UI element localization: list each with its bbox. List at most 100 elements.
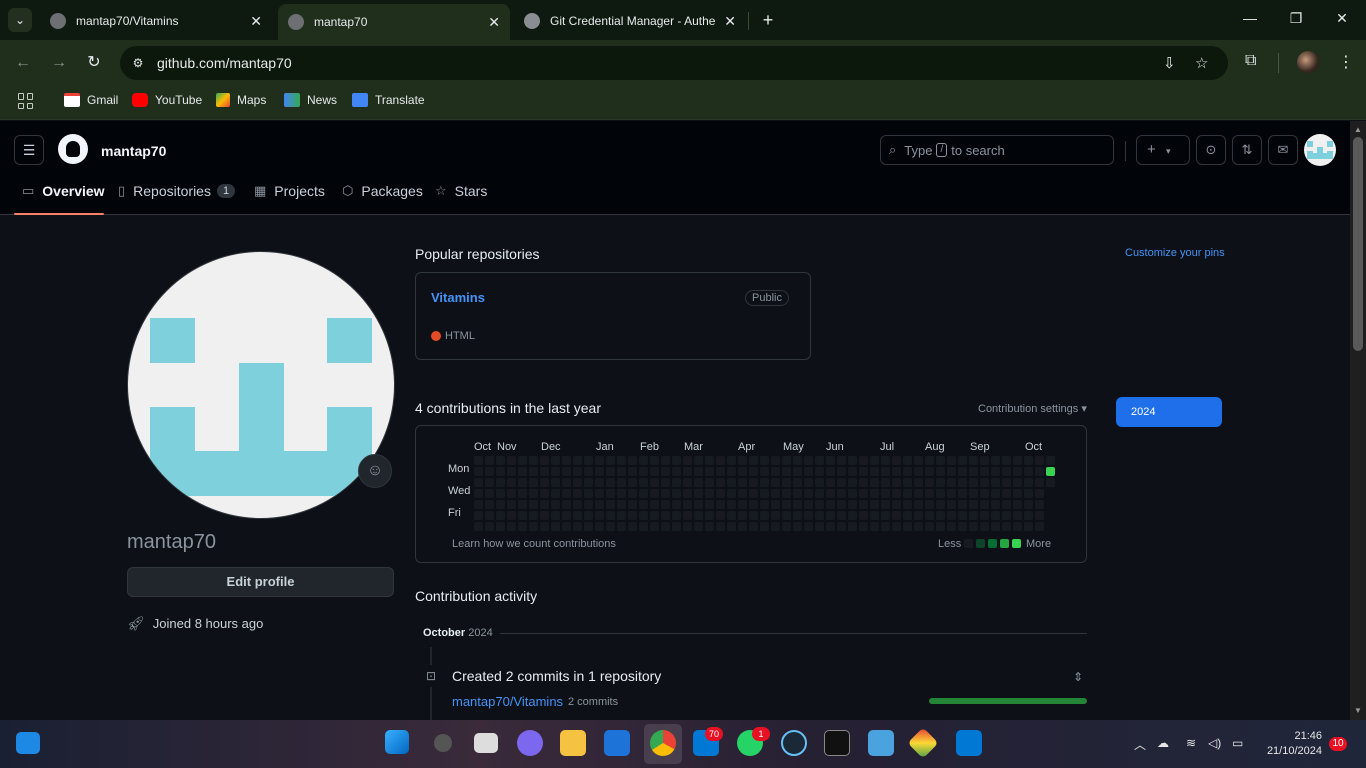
contribution-day-cell[interactable]	[474, 456, 483, 465]
contribution-day-cell[interactable]	[562, 467, 571, 476]
contribution-day-cell[interactable]	[617, 467, 626, 476]
contribution-day-cell[interactable]	[507, 478, 516, 487]
contribution-day-cell[interactable]	[859, 456, 868, 465]
contribution-day-cell[interactable]	[749, 522, 758, 531]
contribution-day-cell[interactable]	[991, 467, 1000, 476]
contribution-day-cell[interactable]	[1002, 478, 1011, 487]
file-explorer-icon[interactable]	[560, 730, 586, 756]
contribution-day-cell[interactable]	[694, 489, 703, 498]
contribution-day-cell[interactable]	[628, 500, 637, 509]
contribution-day-cell[interactable]	[914, 500, 923, 509]
contribution-day-cell[interactable]	[1002, 456, 1011, 465]
contribution-day-cell[interactable]	[661, 500, 670, 509]
contribution-day-cell[interactable]	[595, 478, 604, 487]
tab-stars[interactable]: ☆ Stars	[435, 183, 487, 199]
contribution-day-cell[interactable]	[903, 522, 912, 531]
contribution-day-cell[interactable]	[529, 489, 538, 498]
contribution-day-cell[interactable]	[1024, 522, 1033, 531]
tab-search-button[interactable]: ⌄	[8, 8, 32, 32]
contribution-day-cell[interactable]	[936, 500, 945, 509]
contribution-day-cell[interactable]	[1013, 489, 1022, 498]
contribution-day-cell[interactable]	[496, 522, 505, 531]
contribution-day-cell[interactable]	[881, 467, 890, 476]
contribution-day-cell[interactable]	[903, 467, 912, 476]
contribution-day-cell[interactable]	[474, 489, 483, 498]
contribution-day-cell[interactable]	[749, 489, 758, 498]
contribution-day-cell[interactable]	[639, 467, 648, 476]
contribution-day-cell[interactable]	[958, 478, 967, 487]
contribution-day-cell[interactable]	[958, 467, 967, 476]
contribution-day-cell[interactable]	[705, 489, 714, 498]
contribution-day-cell[interactable]	[496, 511, 505, 520]
contribution-day-cell[interactable]	[595, 489, 604, 498]
contribution-day-cell[interactable]	[595, 467, 604, 476]
contribution-day-cell[interactable]	[826, 511, 835, 520]
new-tab-button[interactable]: +	[758, 10, 778, 30]
contribution-day-cell[interactable]	[694, 522, 703, 531]
contribution-day-cell[interactable]	[892, 478, 901, 487]
contribution-day-cell[interactable]	[584, 511, 593, 520]
contribution-day-cell[interactable]	[903, 500, 912, 509]
contribution-day-cell[interactable]	[529, 456, 538, 465]
bookmark-news[interactable]: News	[284, 93, 337, 107]
contribution-day-cell[interactable]	[606, 489, 615, 498]
contribution-day-cell[interactable]	[551, 500, 560, 509]
meet-icon[interactable]	[517, 730, 543, 756]
contribution-day-cell[interactable]	[892, 489, 901, 498]
contribution-day-cell[interactable]	[507, 467, 516, 476]
contribution-day-cell[interactable]	[991, 511, 1000, 520]
contribution-day-cell[interactable]	[507, 500, 516, 509]
contribution-day-cell[interactable]	[738, 489, 747, 498]
contribution-day-cell[interactable]	[947, 456, 956, 465]
contribution-day-cell[interactable]	[705, 511, 714, 520]
contribution-day-cell[interactable]	[650, 522, 659, 531]
contribution-day-cell[interactable]	[485, 478, 494, 487]
contribution-day-cell[interactable]	[870, 478, 879, 487]
contribution-day-cell[interactable]	[727, 489, 736, 498]
contribution-day-cell[interactable]	[837, 489, 846, 498]
contribution-day-cell[interactable]	[793, 456, 802, 465]
contribution-day-cell[interactable]	[1024, 478, 1033, 487]
contribution-settings-dropdown[interactable]: Contribution settings ▾	[978, 402, 1087, 415]
contribution-day-cell[interactable]	[1002, 511, 1011, 520]
contribution-day-cell[interactable]	[683, 500, 692, 509]
contribution-day-cell[interactable]	[683, 511, 692, 520]
contribution-day-cell[interactable]	[1035, 489, 1044, 498]
contribution-day-cell[interactable]	[562, 456, 571, 465]
contribution-day-cell[interactable]	[716, 478, 725, 487]
contribution-day-cell[interactable]	[639, 500, 648, 509]
contribution-day-cell[interactable]	[914, 456, 923, 465]
contribution-day-cell[interactable]	[793, 511, 802, 520]
contribution-day-cell[interactable]	[771, 511, 780, 520]
contribution-day-cell[interactable]	[815, 467, 824, 476]
contribution-day-cell[interactable]	[892, 456, 901, 465]
url-text[interactable]: github.com/mantap70	[157, 55, 292, 71]
contribution-day-cell[interactable]	[738, 478, 747, 487]
contribution-day-cell[interactable]	[650, 478, 659, 487]
contribution-day-cell[interactable]	[474, 467, 483, 476]
contribution-day-cell[interactable]	[881, 489, 890, 498]
contribution-day-cell[interactable]	[705, 478, 714, 487]
contribution-day-cell[interactable]	[584, 500, 593, 509]
contribution-day-cell[interactable]	[540, 522, 549, 531]
contribution-day-cell[interactable]	[1024, 511, 1033, 520]
contribution-day-cell[interactable]	[815, 500, 824, 509]
close-tab-icon[interactable]: ✕	[488, 14, 500, 31]
contribution-day-cell[interactable]	[1002, 522, 1011, 531]
install-app-icon[interactable]: ⇩	[1163, 54, 1176, 72]
contribution-day-cell[interactable]	[672, 467, 681, 476]
contribution-day-cell[interactable]	[529, 478, 538, 487]
search-input[interactable]: ⌕ Type / to search	[880, 135, 1114, 165]
contribution-day-cell[interactable]	[1002, 500, 1011, 509]
contribution-day-cell[interactable]	[936, 467, 945, 476]
contribution-day-cell[interactable]	[562, 511, 571, 520]
contribution-day-cell[interactable]	[771, 500, 780, 509]
contribution-day-cell[interactable]	[980, 489, 989, 498]
contribution-day-cell[interactable]	[969, 467, 978, 476]
contribution-day-cell[interactable]	[771, 489, 780, 498]
activity-commit-count[interactable]: 2 commits	[568, 696, 618, 708]
bookmark-maps[interactable]: Maps	[216, 93, 266, 107]
contribution-day-cell[interactable]	[507, 522, 516, 531]
contribution-day-cell[interactable]	[727, 500, 736, 509]
contribution-day-cell[interactable]	[782, 489, 791, 498]
